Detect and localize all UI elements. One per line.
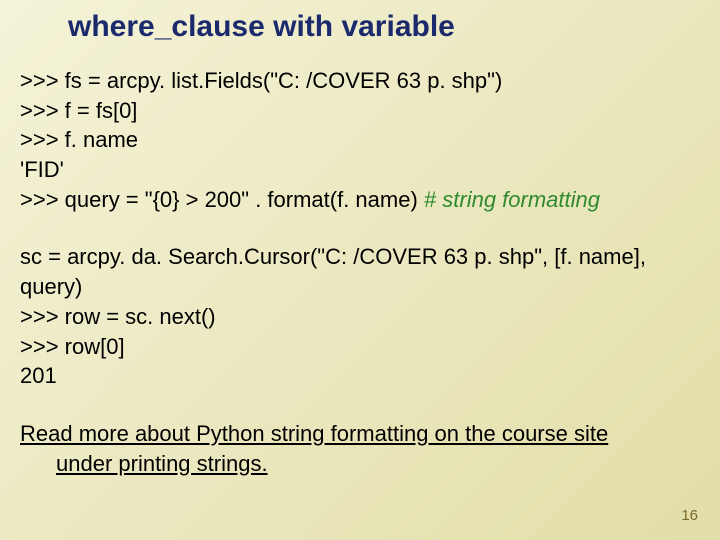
- code-line: 201: [20, 361, 710, 391]
- code-block-2: sc = arcpy. da. Search.Cursor("C: /COVER…: [0, 242, 720, 390]
- code-line: >>> f = fs[0]: [20, 96, 710, 126]
- code-line: >>> row = sc. next(): [20, 302, 710, 332]
- slide-title: where_clause with variable: [0, 0, 720, 44]
- code-text: >>> query = "{0} > 200" . format(f. name…: [20, 187, 424, 212]
- link-line-1: Read more about Python string formatting…: [20, 419, 710, 449]
- reference-link: Read more about Python string formatting…: [0, 419, 720, 478]
- code-line: >>> query = "{0} > 200" . format(f. name…: [20, 185, 710, 215]
- page-number: 16: [681, 507, 698, 524]
- code-line: >>> fs = arcpy. list.Fields("C: /COVER 6…: [20, 66, 710, 96]
- link-line-2: under printing strings.: [20, 449, 710, 479]
- code-line: sc = arcpy. da. Search.Cursor("C: /COVER…: [20, 242, 710, 301]
- code-line: 'FID': [20, 155, 710, 185]
- code-block-1: >>> fs = arcpy. list.Fields("C: /COVER 6…: [0, 66, 720, 214]
- code-line: >>> row[0]: [20, 332, 710, 362]
- code-comment: # string formatting: [424, 187, 600, 212]
- code-line: >>> f. name: [20, 125, 710, 155]
